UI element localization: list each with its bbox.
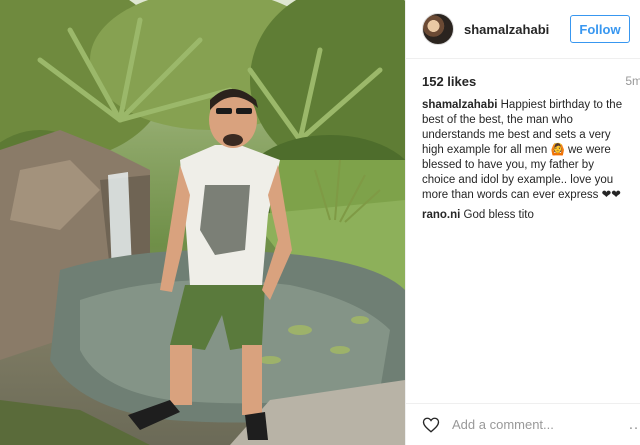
comments-list: shamalzahabi Happiest birthday to the be… (406, 89, 640, 223)
instagram-post: shamalzahabi Follow 152 likes 5m shamalz… (0, 0, 640, 445)
more-options-icon[interactable]: … (628, 416, 640, 434)
post-photo[interactable] (0, 0, 405, 445)
avatar[interactable] (422, 13, 454, 45)
comment-item: rano.ni God bless tito (422, 208, 630, 223)
post-meta: 152 likes 5m (406, 73, 640, 89)
username-link[interactable]: shamalzahabi (464, 22, 570, 37)
comment-item: shamalzahabi Happiest birthday to the be… (422, 98, 630, 203)
post-sidebar: shamalzahabi Follow 152 likes 5m shamalz… (405, 0, 640, 445)
post-timestamp[interactable]: 5m (625, 74, 640, 88)
comment-text: Happiest birthday to the best of the bes… (422, 99, 623, 201)
comment-input[interactable] (452, 417, 628, 432)
follow-button[interactable]: Follow (570, 15, 630, 43)
comment-author[interactable]: rano.ni (422, 209, 460, 221)
likes-count[interactable]: 152 likes (422, 74, 476, 89)
heart-icon[interactable] (422, 416, 440, 434)
post-header: shamalzahabi Follow (406, 0, 640, 59)
comment-author[interactable]: shamalzahabi (422, 99, 497, 111)
comment-text: God bless tito (463, 209, 534, 221)
comment-bar: … (406, 403, 640, 445)
post-photo-illustration (0, 0, 405, 445)
